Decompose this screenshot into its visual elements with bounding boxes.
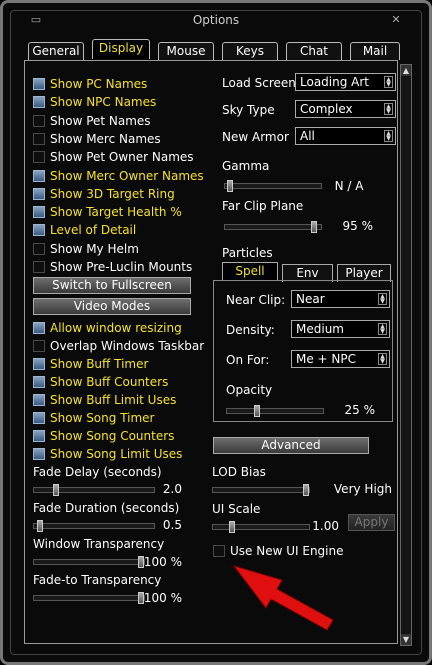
annotation-arrow-shape: [232, 565, 334, 631]
annotation-arrow-icon: [232, 565, 334, 631]
